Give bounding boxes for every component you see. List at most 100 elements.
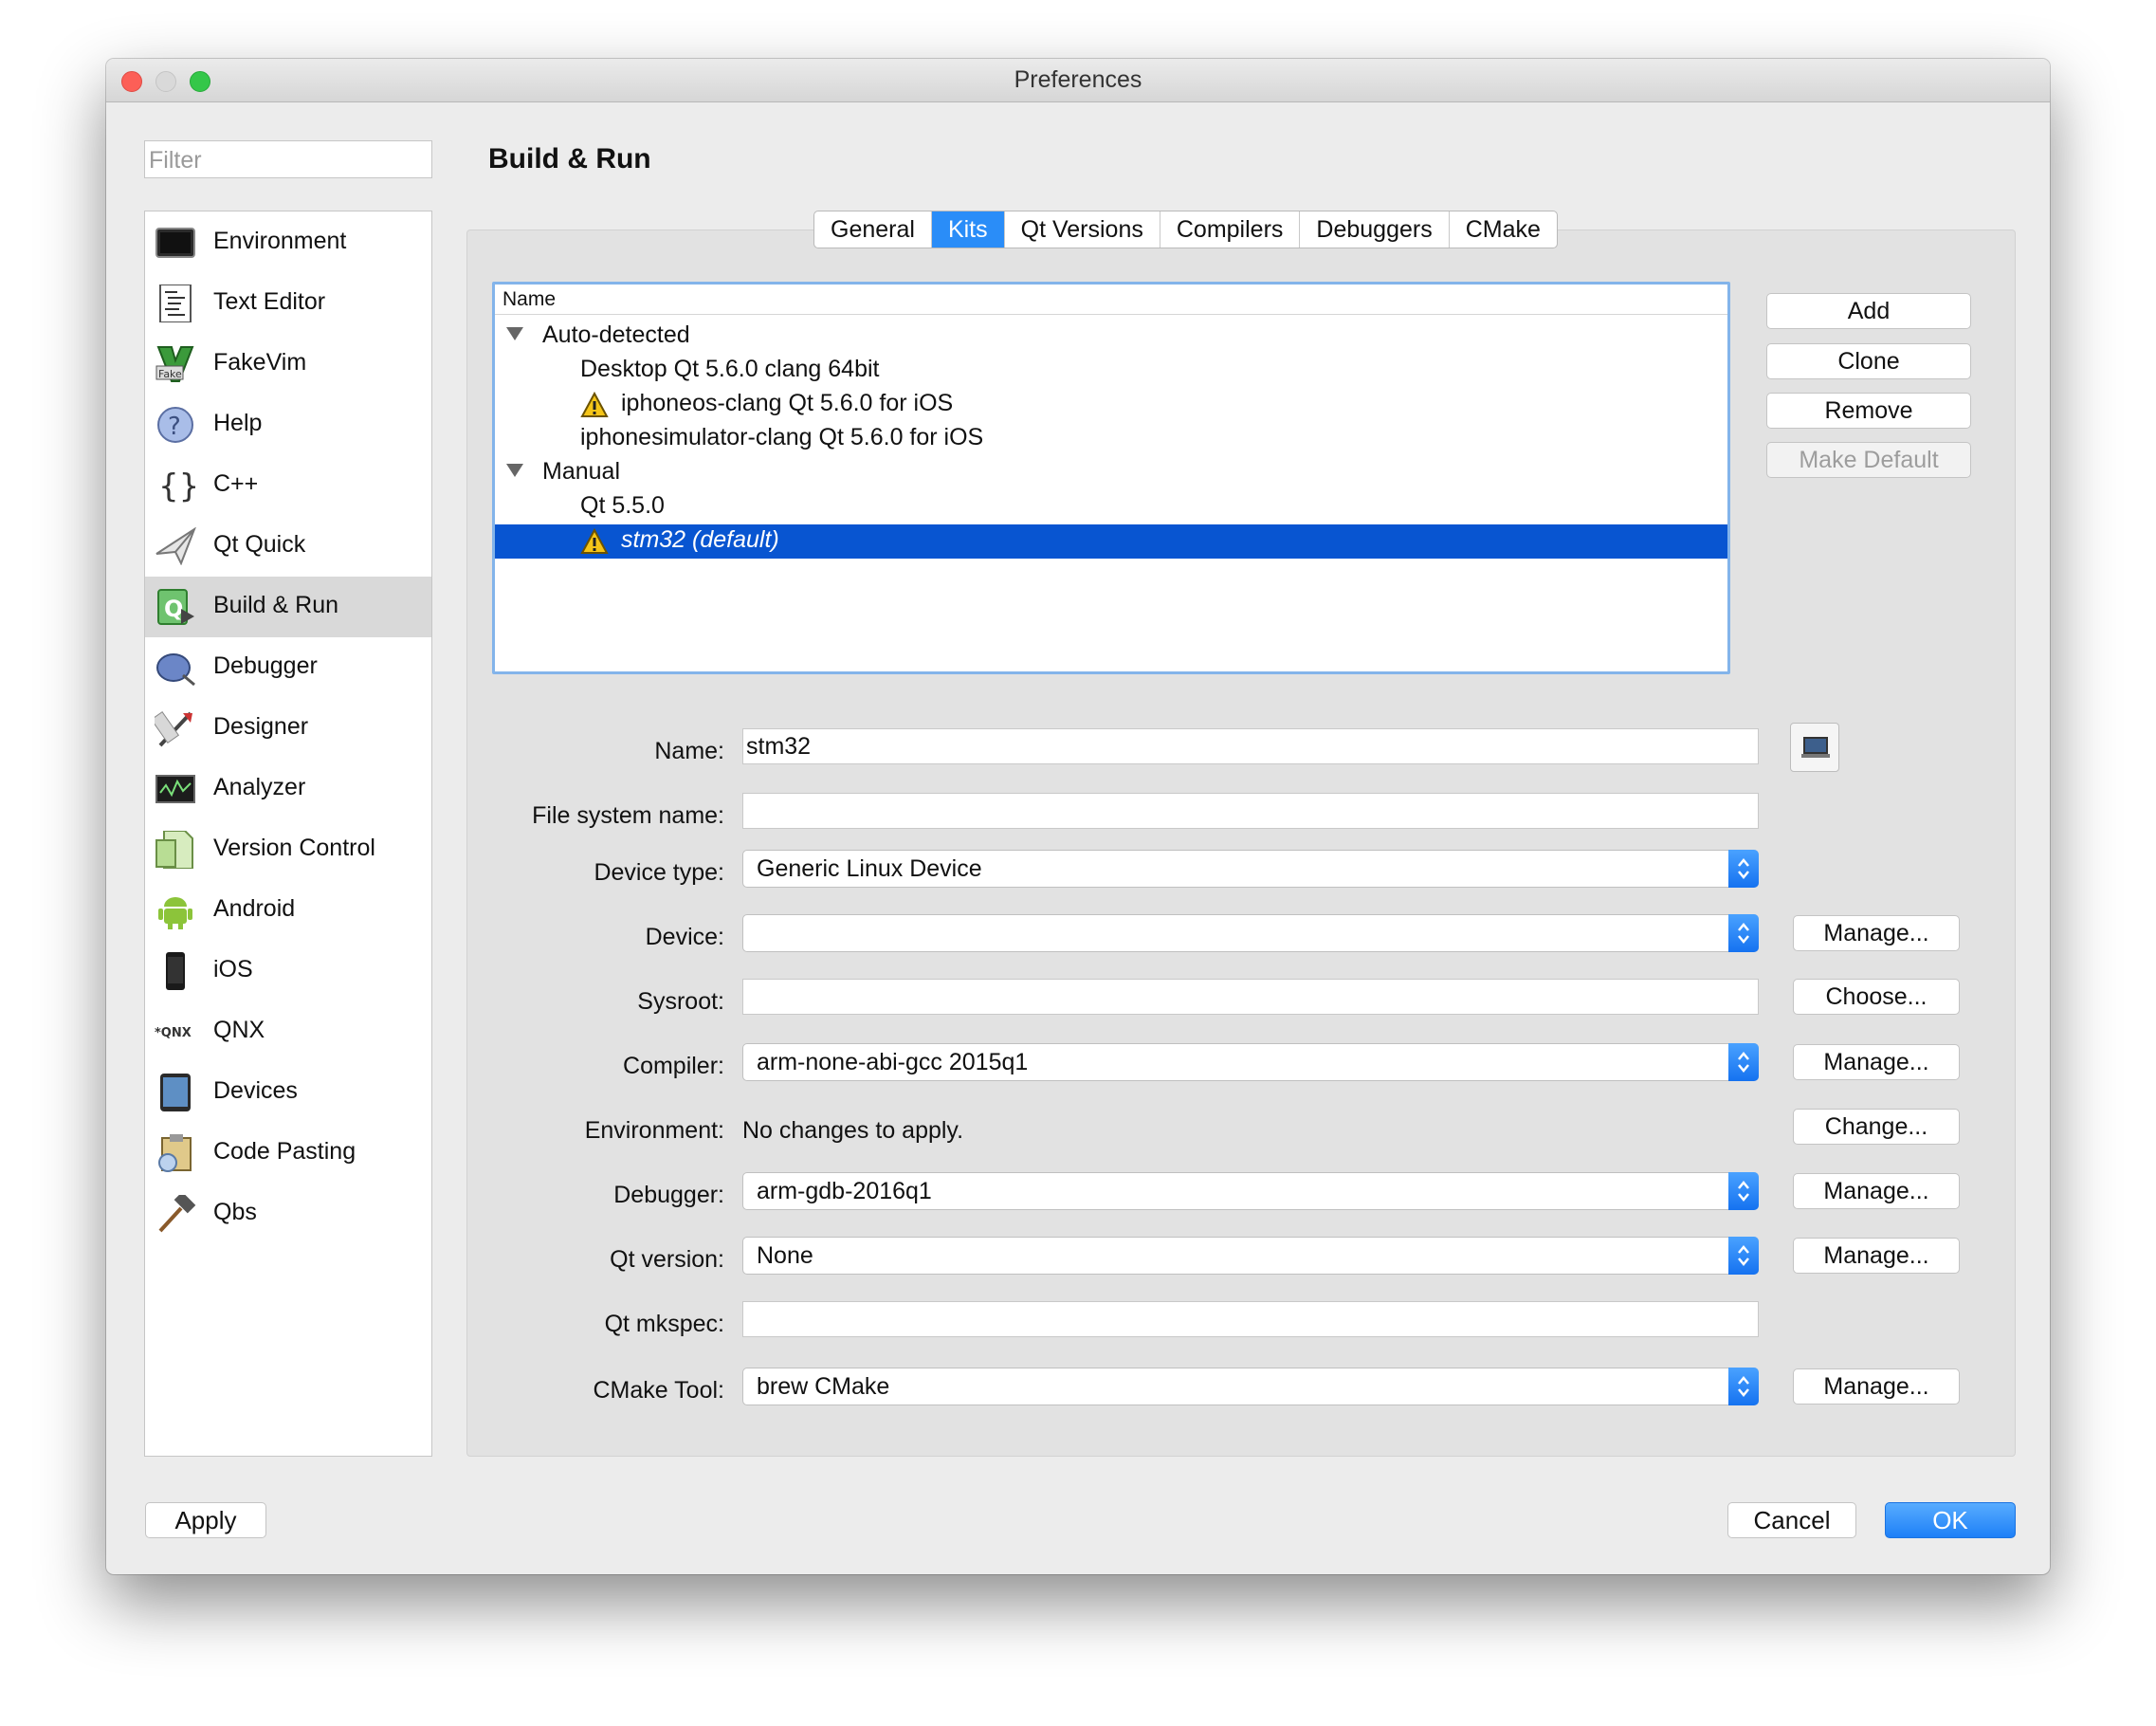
file-system-name-input[interactable] [742, 793, 1759, 829]
device-icon-button[interactable] [1790, 723, 1839, 772]
sidebar-item-label: Android [213, 895, 296, 922]
manage-qt-version-button[interactable]: Manage... [1793, 1238, 1960, 1274]
sidebar-item-qt-quick[interactable]: Qt Quick [145, 516, 431, 577]
sidebar-item-environment[interactable]: Environment [145, 212, 431, 273]
sysroot-label: Sysroot: [637, 988, 724, 1015]
add-kit-button[interactable]: Add [1766, 293, 1971, 329]
tree-item-desktop-qt[interactable]: Desktop Qt 5.6.0 clang 64bit [495, 354, 1727, 388]
compiler-select[interactable]: arm-none-abi-gcc 2015q1 [742, 1043, 1759, 1081]
sysroot-input[interactable] [742, 979, 1759, 1015]
tab-compilers[interactable]: Compilers [1160, 211, 1301, 248]
device-type-label: Device type: [594, 859, 724, 886]
text-editor-icon [159, 285, 192, 322]
sidebar-item-debugger[interactable]: Debugger [145, 637, 431, 698]
tree-item-label: iphoneos-clang Qt 5.6.0 for iOS [621, 390, 954, 416]
updown-chevron-icon[interactable] [1728, 1368, 1759, 1405]
tree-item-stm32-default[interactable]: stm32 (default) [495, 524, 1727, 559]
cmake-tool-label: CMake Tool: [593, 1377, 725, 1404]
change-environment-button[interactable]: Change... [1793, 1109, 1960, 1145]
ok-button[interactable]: OK [1885, 1502, 2016, 1538]
version-control-icon [155, 831, 193, 869]
sidebar-item-label: Version Control [213, 835, 375, 861]
tab-kits[interactable]: Kits [931, 211, 1005, 248]
updown-chevron-icon[interactable] [1728, 1043, 1759, 1081]
clone-kit-button[interactable]: Clone [1766, 343, 1971, 379]
window-title: Preferences [1014, 66, 1142, 93]
updown-chevron-icon[interactable] [1728, 1237, 1759, 1275]
tree-item-iphonesimulator-clang[interactable]: iphonesimulator-clang Qt 5.6.0 for iOS [495, 422, 1727, 456]
qt-version-value: None [757, 1242, 813, 1269]
sidebar-item-devices[interactable]: Devices [145, 1062, 431, 1123]
tab-debuggers[interactable]: Debuggers [1300, 211, 1450, 248]
tree-item-label: stm32 (default) [621, 526, 779, 553]
tree-group-label: Auto-detected [542, 321, 690, 348]
make-default-button[interactable]: Make Default [1766, 442, 1971, 478]
apply-button[interactable]: Apply [145, 1502, 266, 1538]
environment-label: Environment: [584, 1117, 724, 1144]
tree-item-label: Qt 5.5.0 [580, 492, 665, 519]
sidebar-item-fakevim[interactable]: Fake FakeVim [145, 334, 431, 395]
sidebar-item-help[interactable]: ? Help [145, 395, 431, 455]
sidebar-item-label: Help [213, 410, 263, 436]
qbs-hammer-icon [158, 1195, 196, 1233]
tab-general[interactable]: General [814, 211, 932, 248]
sidebar-item-analyzer[interactable]: Analyzer [145, 759, 431, 819]
warning-icon [580, 392, 609, 417]
updown-chevron-icon[interactable] [1728, 850, 1759, 888]
sidebar-item-version-control[interactable]: Version Control [145, 819, 431, 880]
manage-debugger-button[interactable]: Manage... [1793, 1173, 1960, 1209]
tree-header-name[interactable]: Name [495, 285, 1727, 315]
svg-text:?: ? [168, 413, 181, 441]
sidebar-item-android[interactable]: Android [145, 880, 431, 941]
tree-item-iphoneos-clang[interactable]: iphoneos-clang Qt 5.6.0 for iOS [495, 388, 1727, 422]
cmake-tool-value: brew CMake [757, 1373, 890, 1400]
sidebar-item-label: Build & Run [213, 592, 339, 618]
tree-item-label: Desktop Qt 5.6.0 clang 64bit [580, 356, 880, 382]
tree-item-qt-550[interactable]: Qt 5.5.0 [495, 490, 1727, 524]
manage-compiler-button[interactable]: Manage... [1793, 1044, 1960, 1080]
file-system-name-label: File system name: [532, 802, 724, 829]
debugger-select[interactable]: arm-gdb-2016q1 [742, 1172, 1759, 1210]
manage-cmake-button[interactable]: Manage... [1793, 1368, 1960, 1405]
kit-name-input[interactable]: stm32 [742, 728, 1759, 764]
tab-bar: General Kits Qt Versions Compilers Debug… [813, 211, 1558, 248]
desktop-device-icon [1801, 737, 1830, 758]
kits-tree[interactable]: Name Auto-detected Desktop Qt 5.6.0 clan… [492, 282, 1730, 674]
choose-sysroot-button[interactable]: Choose... [1793, 979, 1960, 1015]
updown-chevron-icon[interactable] [1728, 1172, 1759, 1210]
sidebar-item-label: Devices [213, 1077, 298, 1104]
environment-value: No changes to apply. [742, 1117, 964, 1144]
remove-kit-button[interactable]: Remove [1766, 393, 1971, 429]
updown-chevron-icon[interactable] [1728, 914, 1759, 952]
svg-text:{}: {} [158, 468, 196, 505]
sidebar-item-label: QNX [213, 1017, 265, 1043]
disclosure-triangle-icon[interactable] [506, 327, 523, 340]
tree-group-manual[interactable]: Manual [495, 456, 1727, 490]
qt-mkspec-input[interactable] [742, 1301, 1759, 1337]
cancel-button[interactable]: Cancel [1727, 1502, 1856, 1538]
devices-icon [160, 1074, 191, 1111]
sidebar-item-code-pasting[interactable]: Code Pasting [145, 1123, 431, 1184]
tab-qt-versions[interactable]: Qt Versions [1005, 211, 1160, 248]
sidebar-item-qnx[interactable]: *QNX QNX [145, 1001, 431, 1062]
sidebar-item-qbs[interactable]: Qbs [145, 1184, 431, 1244]
tree-group-auto-detected[interactable]: Auto-detected [495, 320, 1727, 354]
disclosure-triangle-icon[interactable] [506, 464, 523, 477]
sidebar-item-text-editor[interactable]: Text Editor [145, 273, 431, 334]
preferences-window: Preferences Filter Environment Text Edit… [106, 59, 2050, 1574]
tree-item-label: iphonesimulator-clang Qt 5.6.0 for iOS [580, 424, 984, 450]
sidebar-item-label: FakeVim [213, 349, 307, 376]
sidebar-item-build-run[interactable]: Q Build & Run [145, 577, 431, 637]
qt-version-select[interactable]: None [742, 1237, 1759, 1275]
manage-device-button[interactable]: Manage... [1793, 915, 1960, 951]
device-select[interactable] [742, 914, 1759, 952]
sidebar-item-ios[interactable]: iOS [145, 941, 431, 1001]
filter-input[interactable]: Filter [144, 140, 432, 178]
sidebar-item-designer[interactable]: Designer [145, 698, 431, 759]
cmake-tool-select[interactable]: brew CMake [742, 1368, 1759, 1405]
sidebar-item-cpp[interactable]: {} C++ [145, 455, 431, 516]
tab-cmake[interactable]: CMake [1450, 211, 1557, 248]
sidebar-item-label: Text Editor [213, 288, 326, 315]
debugger-icon [156, 653, 195, 687]
device-type-select[interactable]: Generic Linux Device [742, 850, 1759, 888]
